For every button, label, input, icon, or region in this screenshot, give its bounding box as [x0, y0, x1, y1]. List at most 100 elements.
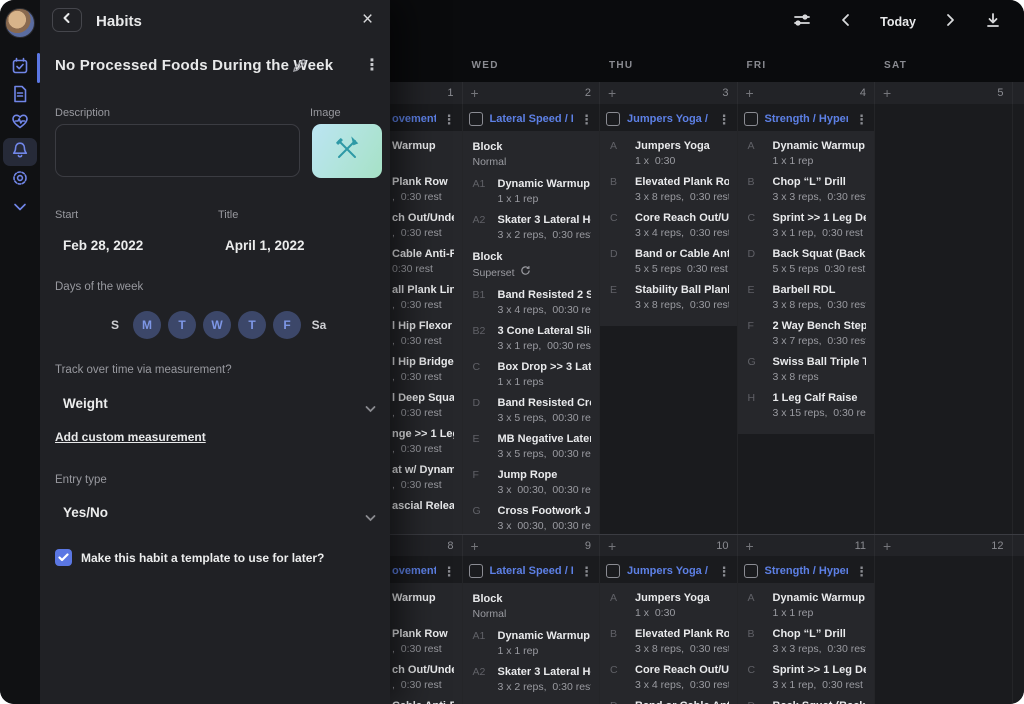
exercise-scheme: 3 x 4 reps, 0:30 rest [635, 226, 729, 241]
workout-title-row[interactable]: Strength / Hypertro...⋮ [738, 559, 875, 583]
entry-type-select[interactable]: Yes/No [63, 505, 108, 520]
download-icon[interactable] [984, 11, 1002, 34]
day-toggle-w[interactable]: W [203, 311, 231, 339]
kebab-menu-icon[interactable]: ⋮ [855, 565, 868, 578]
plus-icon[interactable]: + [608, 539, 616, 553]
exercise-row: CCore Reach Out/Under3 x 4 reps, 0:30 re… [600, 660, 737, 696]
plus-icon[interactable]: + [471, 86, 479, 100]
plus-icon[interactable]: + [608, 86, 616, 100]
exercise-row: A2Skater 3 Lateral Hops >> ...3 x 2 reps… [463, 210, 600, 246]
day-toggle-t[interactable]: T [238, 311, 266, 339]
start-date-field[interactable]: Feb 28, 2022 [63, 238, 143, 253]
exercise-row: EStability Ball Plank Linear ...3 x 8 re… [600, 280, 737, 316]
kebab-menu-icon[interactable]: ⋮ [443, 565, 456, 578]
exercise-name: Dynamic Warmup [498, 177, 592, 192]
calendar-toolbar: Today [390, 0, 1024, 44]
sidebar-item-calendar[interactable] [3, 54, 37, 82]
workout-card: ADynamic Warmup1 x 1 repBChop “L” Drill3… [738, 583, 875, 704]
exercise-text: l Hip Bridge w/ ..., 0:30 rest [392, 355, 454, 385]
today-button[interactable]: Today [880, 15, 916, 29]
kebab-menu-icon[interactable]: ⋮ [718, 565, 731, 578]
plus-icon[interactable]: + [883, 539, 891, 553]
workout-checkbox[interactable] [469, 112, 483, 126]
sidebar-item-health[interactable] [3, 110, 37, 138]
day-cell: Strength / Hypertro...⋮ADynamic Warmup1 … [738, 104, 876, 534]
sidebar-item-documents[interactable] [3, 82, 37, 110]
exercise-letter: D [610, 699, 635, 704]
exercise-name: Band or Cable Anti Rotati... [635, 247, 729, 262]
workout-checkbox[interactable] [744, 112, 758, 126]
chevron-down-icon[interactable] [365, 400, 376, 418]
exercise-scheme: 1 x 0:30 [635, 606, 729, 621]
chevron-right-icon[interactable] [943, 13, 957, 32]
plus-icon[interactable]: + [746, 86, 754, 100]
exercise-row: Plank Row, 0:30 rest [390, 172, 462, 208]
exercise-scheme [392, 154, 454, 169]
plus-icon[interactable]: + [883, 86, 891, 100]
workout-title-row[interactable]: Strength / Hypertro...⋮ [738, 107, 875, 131]
exercise-text: Chop “L” Drill3 x 3 reps, 0:30 rest [773, 175, 867, 205]
exercise-scheme: 0:30 rest [392, 262, 454, 277]
workout-title-row[interactable]: Lateral Speed / Plyo ⋮ [463, 559, 600, 583]
workout-title-row[interactable]: ovement Q...⋮ [390, 559, 462, 583]
workout-checkbox[interactable] [744, 564, 758, 578]
measurement-select[interactable]: Weight [63, 396, 108, 411]
day-cell-header [1013, 82, 1024, 104]
kebab-menu-icon[interactable]: ⋮ [580, 113, 593, 126]
workout-title-row[interactable]: Jumpers Yoga / Core⋮ [600, 559, 737, 583]
workout-title: ovement Q... [392, 113, 436, 125]
day-cell: ovement Q...⋮WarmupPlank Row, 0:30 restc… [390, 104, 463, 534]
kebab-menu-icon[interactable]: ⋮ [443, 113, 456, 126]
chevron-left-icon[interactable] [839, 13, 853, 32]
exercise-row: ADynamic Warmup1 x 1 rep [738, 588, 875, 624]
day-toggle-m[interactable]: M [133, 311, 161, 339]
filter-sliders-icon[interactable] [792, 10, 812, 35]
sidebar-expand[interactable] [3, 194, 37, 222]
chevron-down-icon[interactable] [365, 509, 376, 527]
exercise-scheme: 1 x 1 rep [773, 154, 867, 169]
exercise-scheme: 3 x 1 rep, 0:30 rest [773, 226, 867, 241]
day-toggle-t[interactable]: T [168, 311, 196, 339]
habit-image-tile[interactable] [312, 124, 382, 178]
exercise-name: MB Negative Lateral Hop... [498, 432, 592, 447]
end-date-field[interactable]: April 1, 2022 [225, 238, 305, 253]
workout-title: Lateral Speed / Plyo [490, 113, 574, 125]
chevron-left-icon [61, 11, 73, 29]
back-button[interactable] [52, 8, 82, 32]
exercise-scheme: 1 x 1 rep [498, 644, 592, 659]
add-custom-measurement-link[interactable]: Add custom measurement [55, 430, 206, 444]
exercise-row: Warmup [390, 136, 462, 172]
day-toggle-sa[interactable]: Sa [308, 311, 330, 339]
check-icon [58, 549, 69, 567]
edit-pencil-icon[interactable] [292, 58, 307, 78]
block-name: Block [473, 592, 590, 607]
kebab-menu-icon[interactable]: ⋮ [580, 565, 593, 578]
exercise-text: MB Negative Lateral Hop...3 x 5 reps, 00… [498, 432, 592, 462]
close-icon[interactable]: × [362, 9, 373, 31]
kebab-menu-icon[interactable]: ⋮ [855, 113, 868, 126]
template-checkbox[interactable] [55, 549, 72, 566]
day-toggle-s[interactable]: S [104, 311, 126, 339]
day-cell: Lateral Speed / Plyo⋮BlockNormalA1Dynami… [463, 556, 601, 704]
workout-title-row[interactable]: Jumpers Yoga / Core⋮ [600, 107, 737, 131]
workout-checkbox[interactable] [606, 564, 620, 578]
plus-icon[interactable]: + [471, 539, 479, 553]
workout-title-row[interactable]: Lateral Speed / Plyo ⋮ [463, 107, 600, 131]
day-toggle-f[interactable]: F [273, 311, 301, 339]
kebab-menu-icon[interactable]: ⋮ [718, 113, 731, 126]
workout-title: Lateral Speed / Plyo [490, 565, 574, 577]
exercise-text: Elevated Plank Row3 x 8 reps, 0:30 rest [635, 627, 729, 657]
exercise-text: Plank Row, 0:30 rest [392, 627, 454, 657]
avatar[interactable] [5, 8, 35, 38]
exercise-name: ascial Release C... [392, 499, 454, 514]
exercise-name: nge >> 1 Leg St... [392, 427, 454, 442]
workout-title-row[interactable]: ovement Q... ⋮ [390, 107, 462, 131]
kebab-menu-icon[interactable]: ⋮ [364, 58, 380, 74]
workout-checkbox[interactable] [606, 112, 620, 126]
workout-checkbox[interactable] [469, 564, 483, 578]
description-input[interactable] [55, 124, 300, 177]
plus-icon[interactable]: + [746, 539, 754, 553]
dow-label-fri: FRI [738, 44, 876, 82]
sidebar-item-settings[interactable] [3, 166, 37, 194]
sidebar-item-habits[interactable] [3, 138, 37, 166]
